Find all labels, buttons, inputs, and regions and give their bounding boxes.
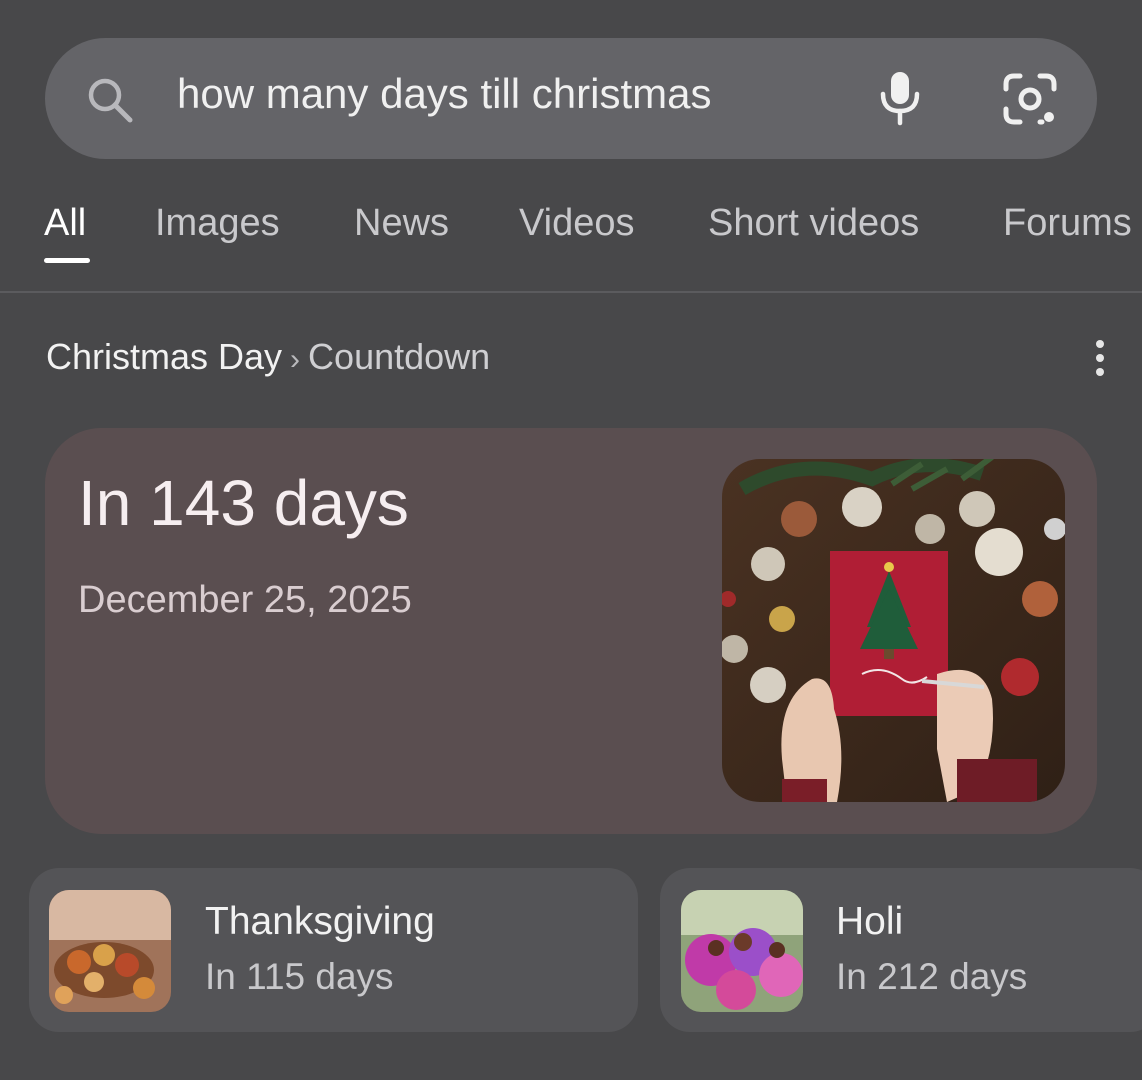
- countdown-date: December 25, 2025: [78, 579, 412, 621]
- tab-short-videos[interactable]: Short videos: [708, 202, 919, 245]
- search-tabs: All Images News Videos Short videos Foru…: [0, 190, 1142, 292]
- holi-image: [681, 890, 803, 1012]
- breadcrumb-separator: ›: [290, 343, 301, 376]
- tab-images[interactable]: Images: [155, 202, 280, 245]
- breadcrumb-current: Countdown: [308, 336, 491, 377]
- thanksgiving-image: [49, 890, 171, 1012]
- more-vert-icon[interactable]: [1088, 338, 1112, 378]
- tab-videos[interactable]: Videos: [519, 202, 635, 245]
- event-name: Holi: [836, 900, 904, 943]
- tabs-divider: [0, 291, 1142, 293]
- google-lens-icon[interactable]: [1002, 72, 1058, 126]
- active-tab-indicator: [44, 258, 90, 263]
- breadcrumb-parent[interactable]: Christmas Day: [46, 336, 282, 377]
- event-days: In 212 days: [836, 956, 1028, 997]
- tab-news[interactable]: News: [354, 202, 449, 245]
- event-name: Thanksgiving: [205, 900, 435, 943]
- search-icon[interactable]: [84, 74, 136, 126]
- tab-forums[interactable]: Forums: [1003, 202, 1132, 245]
- christmas-card-image: [722, 459, 1065, 802]
- breadcrumb: Christmas Day › Countdown: [46, 336, 490, 378]
- event-days: In 115 days: [205, 956, 394, 997]
- search-input[interactable]: how many days till christmas: [177, 70, 712, 118]
- tab-all[interactable]: All: [44, 202, 86, 245]
- countdown-days: In 143 days: [78, 467, 409, 539]
- mic-icon[interactable]: [876, 70, 924, 126]
